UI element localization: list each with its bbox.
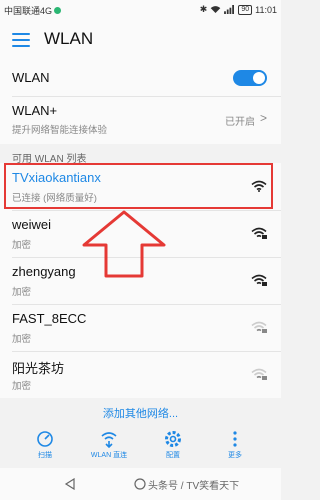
notification-icon — [54, 7, 62, 14]
settings-card: WLAN WLAN+ 提升网络智能连接体验 已开启 > — [0, 60, 281, 144]
network-status: 加密 — [12, 381, 32, 392]
more-button[interactable]: 更多 — [210, 430, 260, 460]
scan-label: 扫描 — [38, 452, 52, 459]
bluetooth-icon: ✱ — [199, 4, 208, 14]
bottom-toolbar: 扫描 WLAN 直连 配置 更多 — [0, 430, 281, 466]
carrier-label: 中国联通4G — [4, 6, 53, 16]
scan-button[interactable]: 扫描 — [20, 430, 70, 460]
scan-icon — [37, 431, 53, 447]
add-network-link[interactable]: 添加其他网络... — [0, 405, 281, 421]
network-item[interactable]: 阳光茶坊 加密 — [0, 351, 281, 398]
settings-icon — [165, 431, 181, 447]
menu-icon[interactable] — [12, 33, 30, 47]
wlan-plus-label: WLAN+ — [12, 103, 58, 118]
highlight-box — [4, 163, 273, 209]
wlan-plus-status: 已开启 — [225, 117, 255, 128]
wlan-plus-row[interactable]: WLAN+ 提升网络智能连接体验 已开启 > — [0, 96, 281, 144]
status-bar: 中国联通4G ✱ 90 11:01 — [0, 0, 281, 20]
back-icon[interactable] — [64, 478, 76, 490]
config-label: 配置 — [166, 452, 180, 459]
network-name: FAST_8ECC — [12, 311, 87, 326]
wlan-plus-description: 提升网络智能连接体验 — [12, 125, 108, 136]
navigation-bar: 头条号 / TV笑看天下 — [0, 468, 281, 500]
wifi-locked-icon — [251, 227, 267, 239]
wifi-status-icon — [211, 6, 221, 13]
wifi-direct-button[interactable]: WLAN 直连 — [84, 430, 134, 460]
page-title: WLAN — [44, 29, 94, 48]
wifi-direct-icon — [101, 432, 117, 448]
more-label: 更多 — [228, 452, 242, 459]
signal-icon — [224, 5, 235, 14]
network-name: zhengyang — [12, 264, 76, 279]
config-button[interactable]: 配置 — [148, 430, 198, 460]
network-name: 阳光茶坊 — [12, 361, 65, 376]
arrow-up-icon — [82, 210, 166, 278]
network-status: 加密 — [12, 334, 32, 345]
network-item[interactable]: FAST_8ECC 加密 — [0, 304, 281, 351]
network-name: weiwei — [12, 217, 52, 232]
wlan-toggle-row[interactable]: WLAN — [0, 60, 281, 96]
watermark: 头条号 / TV笑看天下 — [148, 481, 240, 492]
wifi-locked-icon — [251, 274, 267, 286]
wifi-weak-locked-icon — [251, 368, 267, 380]
clock: 11:01 — [255, 4, 277, 15]
network-status: 加密 — [12, 240, 32, 251]
app-bar: WLAN — [0, 20, 281, 60]
more-icon — [233, 431, 237, 447]
wlan-toggle-label: WLAN — [12, 70, 50, 85]
wifi-weak-locked-icon — [251, 321, 267, 333]
network-status: 加密 — [12, 287, 32, 298]
battery-icon: 90 — [238, 4, 253, 15]
home-icon[interactable] — [134, 478, 146, 490]
wlan-switch[interactable] — [233, 70, 267, 86]
wifi-direct-label: WLAN 直连 — [90, 452, 128, 459]
chevron-right-icon: > — [259, 111, 267, 125]
